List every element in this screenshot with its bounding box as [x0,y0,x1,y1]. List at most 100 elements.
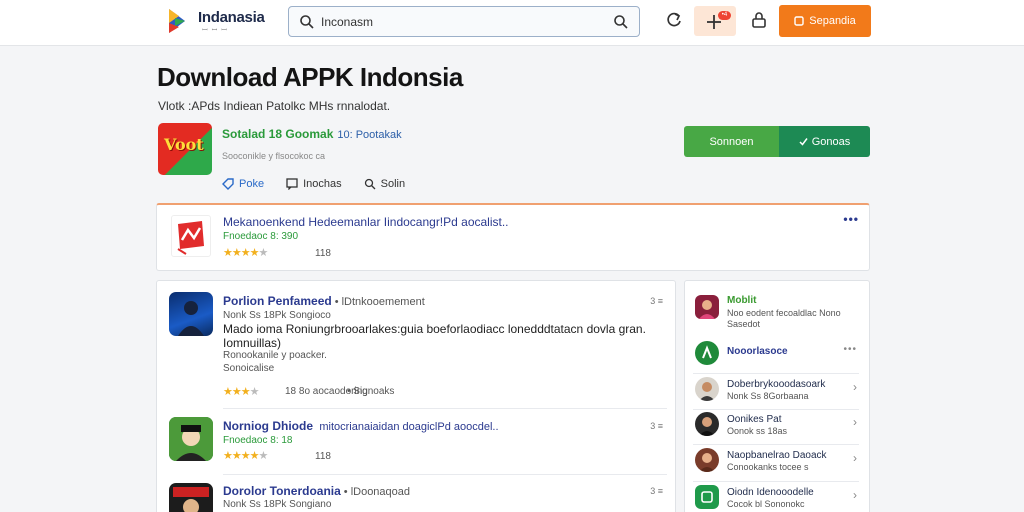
divider [693,481,859,482]
notification-button[interactable]: •4 [694,6,736,36]
item-menu-icon[interactable]: 3 ≡ [650,296,663,306]
brand-tagline: ꟷ ꟷ ꟷ [202,27,228,34]
person-icon [169,417,213,461]
side-item-name: Moblit [727,295,757,306]
person-icon [699,300,715,319]
chevron-right-icon[interactable]: › [853,415,857,429]
featured-rating: ★★★★★ [223,247,268,259]
item-count: 118 [315,451,331,462]
chevron-right-icon[interactable]: › [853,380,857,394]
side-item-name: Doberbrykooodasoark [727,379,826,390]
search-icon [300,15,314,29]
person-icon [173,487,209,512]
side-item-line: Nonk Ss 8Gorbaana [727,391,809,401]
tag-icon [222,178,234,190]
app-badge-icon [701,491,713,503]
search-submit-icon[interactable] [613,14,629,30]
divider [693,373,859,374]
page-subtitle: Vlotk :APds Indiean Patolkc MHs rnnaloda… [158,99,391,113]
item-menu-icon[interactable]: 3 ≡ [650,486,663,496]
side-item[interactable]: Nooorlasoce ••• [693,339,861,369]
search-input[interactable] [321,12,601,32]
side-item[interactable]: Naopbanelrao Daoack Conookanks tocee s › [693,448,861,478]
login-icon [794,16,804,26]
side-item-line: Cocok bl Sononokc [727,499,805,509]
brand-logo-icon[interactable] [163,7,191,35]
app-icon-label: Voot [164,135,204,154]
app-icon[interactable]: Voot [158,123,212,175]
brand-name[interactable]: Indanasia [198,9,265,26]
item-version: Fnoedaoc 8: 18 [223,435,293,446]
avatar [695,377,719,401]
divider [223,408,667,409]
page-title: Download APPK Indonsia [157,62,463,92]
app-info-line: Sooconikle y flsocokoc ca [222,151,326,161]
avatar [695,295,719,319]
person-icon [699,453,715,472]
item-rating: ★★★★ [223,386,259,398]
app-list: Porlion Penfameed • lDtnkooemement Nonk S… [156,280,676,512]
more-options-icon[interactable]: ••• [843,212,859,226]
download-button[interactable]: Sonnoen [684,126,779,157]
download-alt-button[interactable]: Gonoas [779,126,870,157]
side-item[interactable]: Oiodn Idenooodelle Cocok bl Sononokc › [693,485,861,512]
side-item[interactable]: Oonikes Pat Oonok ss 18as › [693,412,861,442]
more-options-icon[interactable]: ••• [843,344,857,355]
person-icon [699,417,715,436]
featured-logo-icon [177,221,204,255]
notification-badge: •4 [718,11,731,20]
action-comment-label: Inochas [303,178,342,190]
lock-icon[interactable] [749,10,769,30]
app-name: Sotalad 18 Goomak [222,127,334,141]
action-tag[interactable]: Poke [222,178,264,190]
item-title: Porlion Penfameed • lDtnkooemement [223,294,425,308]
item-line: Nonk Ss 18Pk Songioco [223,310,331,321]
action-search[interactable]: Solin [364,178,405,190]
item-description: Mado ioma Roniungrbrooarlakes:guia boefo… [223,322,646,350]
person-icon [178,301,204,336]
avatar [169,483,213,512]
avatar [169,292,213,336]
download-alt-label: Gonoas [811,135,851,148]
refresh-icon[interactable] [664,10,684,30]
person-icon [699,382,715,401]
cta-label: Sepandia [809,15,856,27]
side-item[interactable]: Moblit Noo eodent fecoaldlac Nono Sasedo… [693,293,861,333]
action-search-label: Solin [380,178,406,190]
item-line: Nonk Ss 18Pk Songiano [223,499,332,510]
header-cta-button[interactable]: Sepandia [779,5,871,37]
avatar [695,448,719,472]
app-name-row[interactable]: Sotalad 18 Goomak 10: Pootakak [222,127,402,141]
action-comment[interactable]: Inochas [286,178,342,190]
chevron-right-icon[interactable]: › [853,451,857,465]
item-title: Norniog Dhiode mitocrianaiaidan doagiclP… [223,419,499,433]
item-menu-icon[interactable]: 3 ≡ [650,421,663,431]
featured-card[interactable]: Mekanoenkend Hedeemanlar Iindocangr!Pd a… [156,203,870,271]
download-button-group: Sonnoen Gonoas [684,126,870,157]
avatar [169,417,213,461]
featured-count: 118 [315,248,331,259]
side-item[interactable]: Doberbrykooodasoark Nonk Ss 8Gorbaana › [693,377,861,407]
side-item-name: Oiodn Idenooodelle [727,487,814,498]
side-item-line: Oonok ss 18as [727,426,788,436]
avatar [695,341,719,365]
item-line: Sonoicalise [223,363,275,374]
item-line: Ronookanile y poacker. [223,350,327,361]
search-box[interactable] [288,6,640,37]
side-item-name: Naopbanelrao Daoack [727,450,827,461]
item-rating: ★★★★★ [223,450,268,462]
side-panel: Moblit Noo eodent fecoaldlac Nono Sasedo… [684,280,870,512]
side-item-name: Nooorlasoce [727,346,788,357]
search-icon [364,178,376,190]
app-meta: 10: Pootakak [337,129,402,141]
avatar [695,485,719,509]
featured-app-icon [171,215,211,257]
divider [693,444,859,445]
top-bar: Indanasia ꟷ ꟷ ꟷ •4 Sepandia [0,0,1024,46]
chevron-right-icon[interactable]: › [853,488,857,502]
item-meta: • Signoaks [347,386,395,397]
side-item-line: Conookanks tocee s [727,462,809,472]
featured-version: Fnoedaoc 8: 390 [223,231,299,242]
avatar [695,412,719,436]
side-item-name: Oonikes Pat [727,414,782,425]
